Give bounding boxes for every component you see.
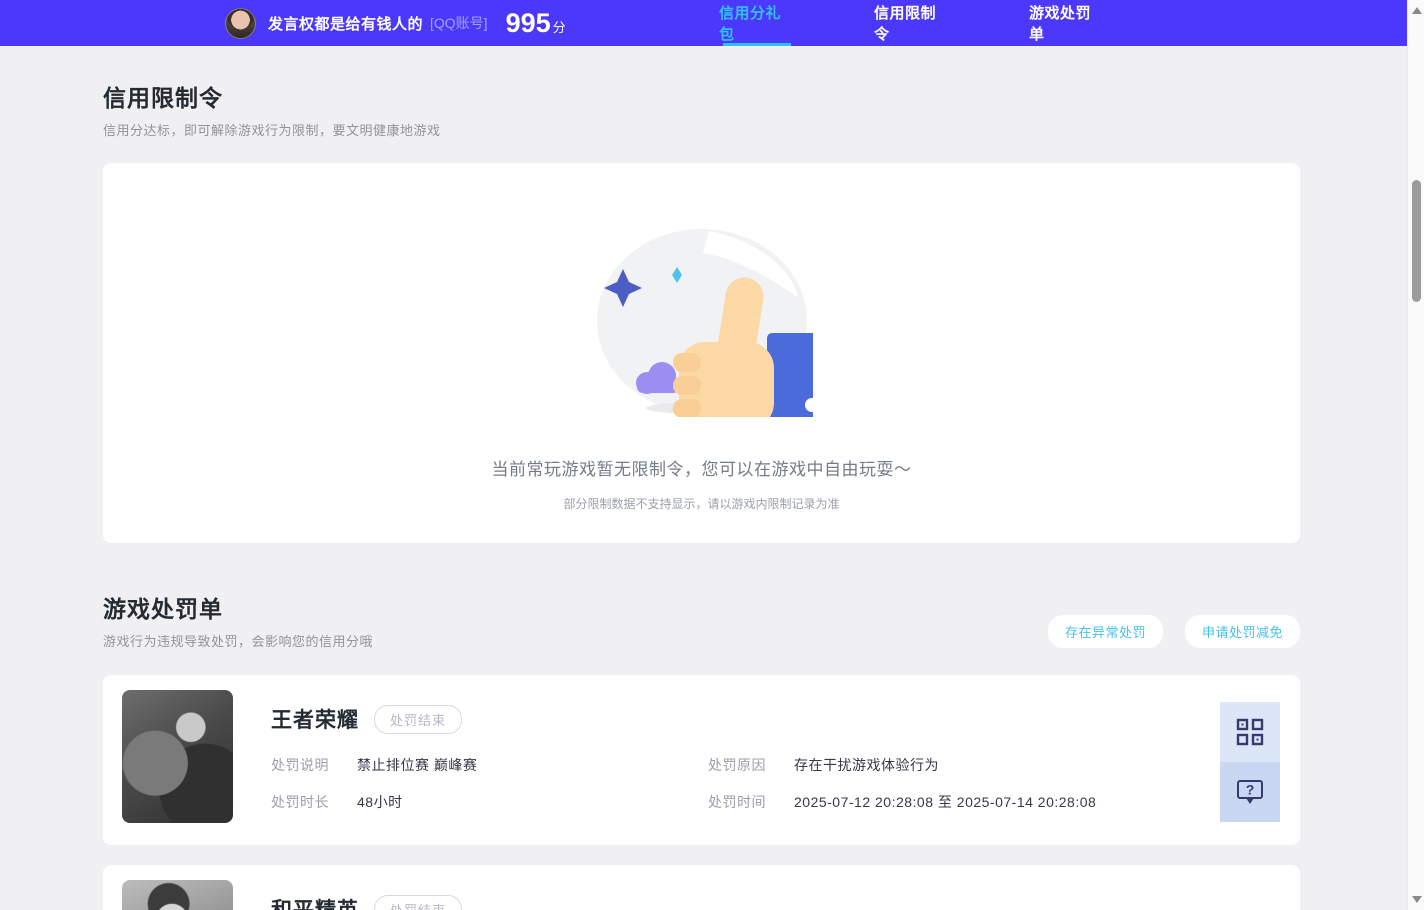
- help-bubble-icon: ?: [1237, 780, 1263, 804]
- tab-penalty-list[interactable]: 游戏处罚单: [1029, 0, 1105, 46]
- restriction-subtitle: 信用分达标，即可解除游戏行为限制，要文明健康地游戏: [103, 123, 441, 138]
- user-strip: 发言权都是给有钱人的 [QQ账号] 995 分: [225, 0, 566, 46]
- credit-score: 995 分: [506, 8, 566, 39]
- empty-state-note: 部分限制数据不支持显示，请以游戏内限制记录为准: [563, 497, 840, 511]
- scroll-up-arrow[interactable]: [1412, 7, 1422, 14]
- penalty-title: 游戏处罚单: [103, 596, 223, 622]
- restriction-empty-card: 当前常玩游戏暂无限制令，您可以在游戏中自由玩耍～ 部分限制数据不支持显示，请以游…: [103, 163, 1300, 543]
- field-penalty-desc: 处罚说明 禁止排位赛 巅峰赛: [271, 757, 478, 773]
- svg-text:?: ?: [1246, 782, 1255, 798]
- avatar[interactable]: [225, 7, 256, 39]
- qr-code-button[interactable]: [1220, 702, 1280, 762]
- restriction-title: 信用限制令: [103, 85, 223, 111]
- page-body: 信用限制令 信用分达标，即可解除游戏行为限制，要文明健康地游戏 当前常玩游戏暂无…: [0, 46, 1424, 910]
- user-nickname: 发言权都是给有钱人的: [268, 15, 424, 33]
- header-tabs: 信用分礼包 信用限制令 游戏处罚单: [719, 0, 1105, 46]
- vertical-scrollbar[interactable]: [1407, 0, 1424, 910]
- header-bar: 发言权都是给有钱人的 [QQ账号] 995 分 信用分礼包 信用限制令 游戏处罚…: [0, 0, 1424, 46]
- game-thumbnail-wzry: [122, 690, 233, 823]
- scroll-down-arrow[interactable]: [1412, 896, 1422, 903]
- thumbs-up-illustration: [596, 229, 813, 417]
- field-penalty-time: 处罚时间 2025-07-12 20:28:08 至 2025-07-14 20…: [708, 794, 1097, 810]
- penalty-section: 游戏处罚单 游戏行为违规导致处罚，会影响您的信用分哦 存在异常处罚 申请处罚减免…: [103, 590, 1300, 910]
- game-name: 王者荣耀: [271, 709, 359, 732]
- penalty-card-hpjy: 和平精英 处罚结束: [103, 865, 1300, 910]
- status-badge: 处罚结束: [374, 704, 463, 734]
- abnormal-penalty-button[interactable]: 存在异常处罚: [1047, 615, 1163, 648]
- penalty-relief-button[interactable]: 申请处罚减免: [1184, 615, 1300, 648]
- penalty-heading: 游戏处罚单 游戏行为违规导致处罚，会影响您的信用分哦: [103, 590, 373, 650]
- penalty-actions: 存在异常处罚 申请处罚减免: [1047, 615, 1300, 650]
- credit-score-unit: 分: [552, 19, 566, 35]
- penalty-card-wzry: 王者荣耀 处罚结束 处罚说明 禁止排位赛 巅峰赛 处罚原因 存在干扰游戏体验行为: [103, 675, 1300, 845]
- status-badge: 处罚结束: [374, 894, 463, 910]
- qr-code-icon: [1236, 718, 1264, 746]
- tab-credit-gift[interactable]: 信用分礼包: [719, 0, 795, 46]
- penalty-subtitle: 游戏行为违规导致处罚，会影响您的信用分哦: [103, 634, 374, 649]
- field-penalty-reason: 处罚原因 存在干扰游戏体验行为: [708, 757, 939, 773]
- credit-score-value: 995: [505, 7, 551, 38]
- account-type-label: [QQ账号]: [430, 15, 488, 31]
- restriction-section: 信用限制令 信用分达标，即可解除游戏行为限制，要文明健康地游戏 当前常玩游戏暂无…: [103, 46, 1300, 543]
- game-thumbnail-hpjy: [122, 880, 233, 910]
- field-penalty-duration: 处罚时长 48小时: [271, 794, 403, 810]
- game-name: 和平精英: [271, 894, 359, 910]
- help-button[interactable]: ?: [1220, 762, 1280, 822]
- scrollbar-thumb[interactable]: [1412, 180, 1421, 302]
- empty-state-message: 当前常玩游戏暂无限制令，您可以在游戏中自由玩耍～: [491, 460, 912, 479]
- penalty-fields: 处罚说明 禁止排位赛 巅峰赛 处罚原因 存在干扰游戏体验行为 处罚时长 48小时: [271, 755, 1220, 812]
- tab-restriction-order[interactable]: 信用限制令: [874, 0, 950, 46]
